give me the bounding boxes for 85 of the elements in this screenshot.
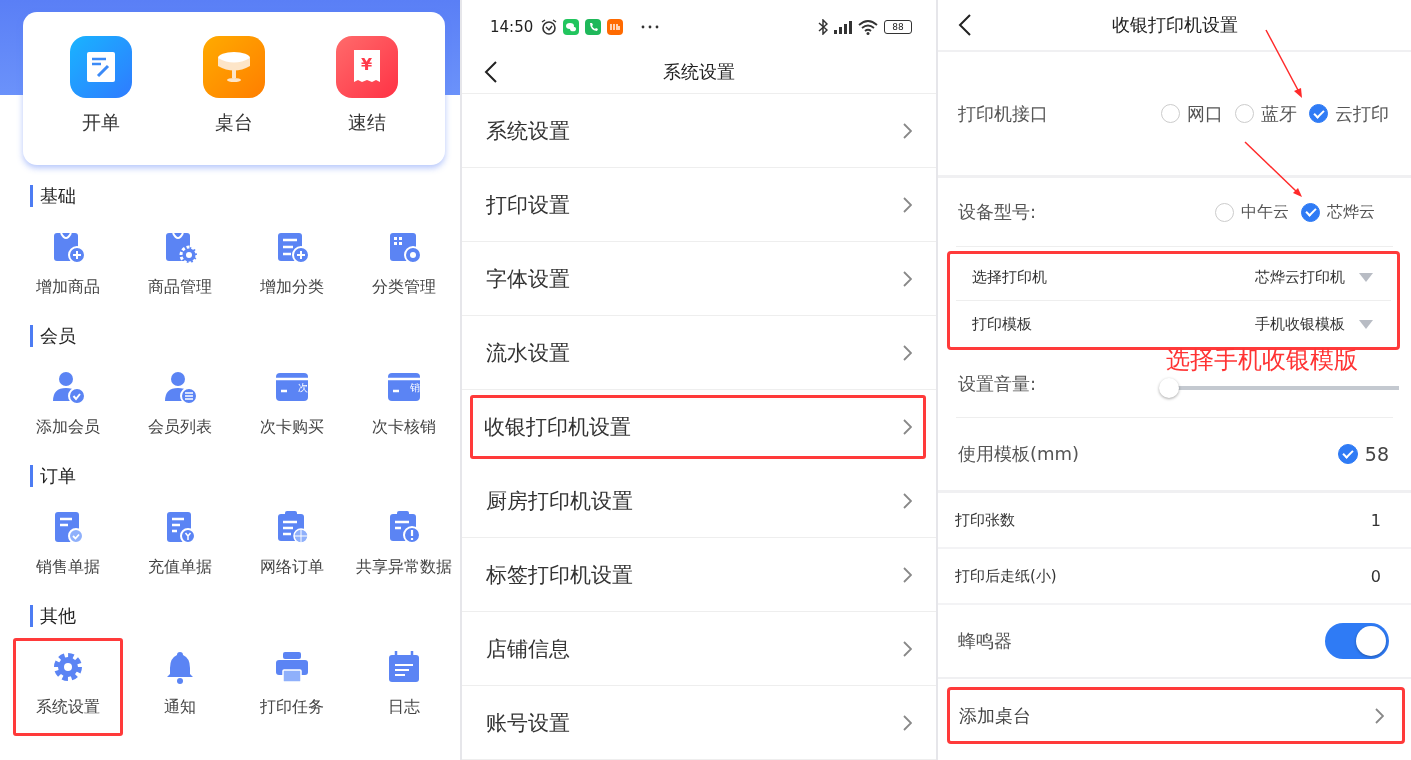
annotation-arrow <box>1244 141 1302 197</box>
feature-tile[interactable]: 增加商品 <box>13 218 123 316</box>
feature-tile[interactable]: 网络订单 <box>237 498 347 596</box>
feature-tile[interactable]: 通知 <box>125 638 235 736</box>
chevron-right-icon <box>902 566 912 583</box>
feature-tile[interactable]: 销 次卡核销 <box>349 358 459 456</box>
option-label: 云打印 <box>1335 101 1389 126</box>
field-label: 使用模板(mm) <box>958 442 1080 466</box>
chevron-right-icon <box>902 344 912 361</box>
icon-label: 销 <box>410 382 420 393</box>
dropdown-value[interactable]: 芯烨云打印机 <box>1255 267 1345 287</box>
feature-tile[interactable]: 会员列表 <box>125 358 235 456</box>
page-title: 系统设置 <box>663 59 735 84</box>
feature-tile[interactable]: 添加会员 <box>13 358 123 456</box>
dropdown-caret-icon[interactable] <box>1359 272 1373 282</box>
chevron-right-icon <box>902 640 912 657</box>
dropdown-caret-icon[interactable] <box>1359 319 1373 329</box>
feature-tile[interactable]: 打印任务 <box>237 638 347 736</box>
feature-tile[interactable]: 系统设置 <box>13 638 123 736</box>
section-title: 会员 <box>30 325 76 347</box>
field-label: 设置音量: <box>958 372 1037 396</box>
toggle-switch[interactable] <box>1325 623 1389 659</box>
radio-button[interactable] <box>1309 104 1328 123</box>
feature-tile[interactable]: 增加分类 <box>237 218 347 316</box>
field-value: 1 <box>1370 510 1381 530</box>
chevron-right-icon <box>902 270 912 287</box>
page-title: 收银打印机设置 <box>1111 13 1238 37</box>
option-label: 蓝牙 <box>1261 101 1297 126</box>
back-icon[interactable] <box>484 59 498 84</box>
option-label: 芯烨云 <box>1327 201 1375 223</box>
field-value: 0 <box>1370 566 1381 586</box>
option-label: 网口 <box>1187 101 1223 126</box>
section-title: 订单 <box>30 465 76 487</box>
feature-tile[interactable]: 销售单据 <box>13 498 123 596</box>
chevron-right-icon <box>902 122 912 139</box>
feature-tile[interactable]: 商品管理 <box>125 218 235 316</box>
feature-tile[interactable]: 次 次卡购买 <box>237 358 347 456</box>
menu-row[interactable]: 收银打印机设置 <box>470 395 926 459</box>
chevron-right-icon <box>902 419 912 435</box>
app-notification-icon <box>607 19 624 35</box>
section-title: 其他 <box>30 605 76 627</box>
field-label: 打印后走纸(小) <box>955 566 1057 586</box>
wifi-icon <box>858 19 878 35</box>
chat-app-icon <box>563 19 580 35</box>
phone-app-icon <box>585 19 602 35</box>
option-label: 58 <box>1364 443 1389 465</box>
quick-action-button[interactable]: ¥ 速结 <box>335 12 398 165</box>
field-label: 蜂鸣器 <box>958 629 1012 653</box>
chevron-right-icon <box>1374 707 1384 724</box>
feature-tile[interactable]: 充值单据 <box>125 498 235 596</box>
quick-action-button[interactable]: 开单 <box>70 12 133 165</box>
add-table-row[interactable]: 添加桌台 <box>947 687 1405 744</box>
field-label: 打印张数 <box>955 510 1015 530</box>
chevron-right-icon <box>902 492 912 509</box>
alarm-clock-icon <box>541 19 558 35</box>
chevron-right-icon <box>902 196 912 213</box>
feature-tile[interactable]: 日志 <box>349 638 459 736</box>
user-check-icon <box>50 369 86 405</box>
annotation-text: 选择手机收银模版 <box>1166 346 1358 374</box>
battery-indicator: 88 <box>884 20 912 34</box>
field-label: 选择打印机 <box>972 267 1047 287</box>
radio-button[interactable] <box>1301 202 1320 222</box>
chevron-right-icon <box>902 714 912 731</box>
dropdown-value[interactable]: 手机收银模板 <box>1255 314 1345 334</box>
status-time: 14:50 <box>490 18 534 36</box>
field-label: 设备型号: <box>958 200 1037 224</box>
field-label: 打印模板 <box>972 314 1032 334</box>
feature-tile[interactable]: 共享异常数据 <box>349 498 459 596</box>
bluetooth-icon <box>818 19 828 35</box>
calendar-icon <box>386 649 422 685</box>
feature-tile[interactable]: 分类管理 <box>349 218 459 316</box>
option-label: 中午云 <box>1241 201 1289 223</box>
back-icon[interactable] <box>958 13 972 37</box>
user-list-icon <box>162 369 198 405</box>
annotation-arrow <box>1265 29 1302 98</box>
more-icon <box>641 25 660 29</box>
quick-action-button[interactable]: 桌台 <box>203 12 265 165</box>
icon-label: 次 <box>298 382 308 393</box>
field-label: 打印机接口 <box>958 101 1048 126</box>
currency-label: ¥ <box>360 55 374 74</box>
printer-icon <box>274 649 310 685</box>
checkbox[interactable] <box>1337 444 1358 464</box>
slider-thumb[interactable] <box>1159 378 1179 398</box>
signal-icon <box>834 20 852 34</box>
section-title: 基础 <box>30 185 76 207</box>
